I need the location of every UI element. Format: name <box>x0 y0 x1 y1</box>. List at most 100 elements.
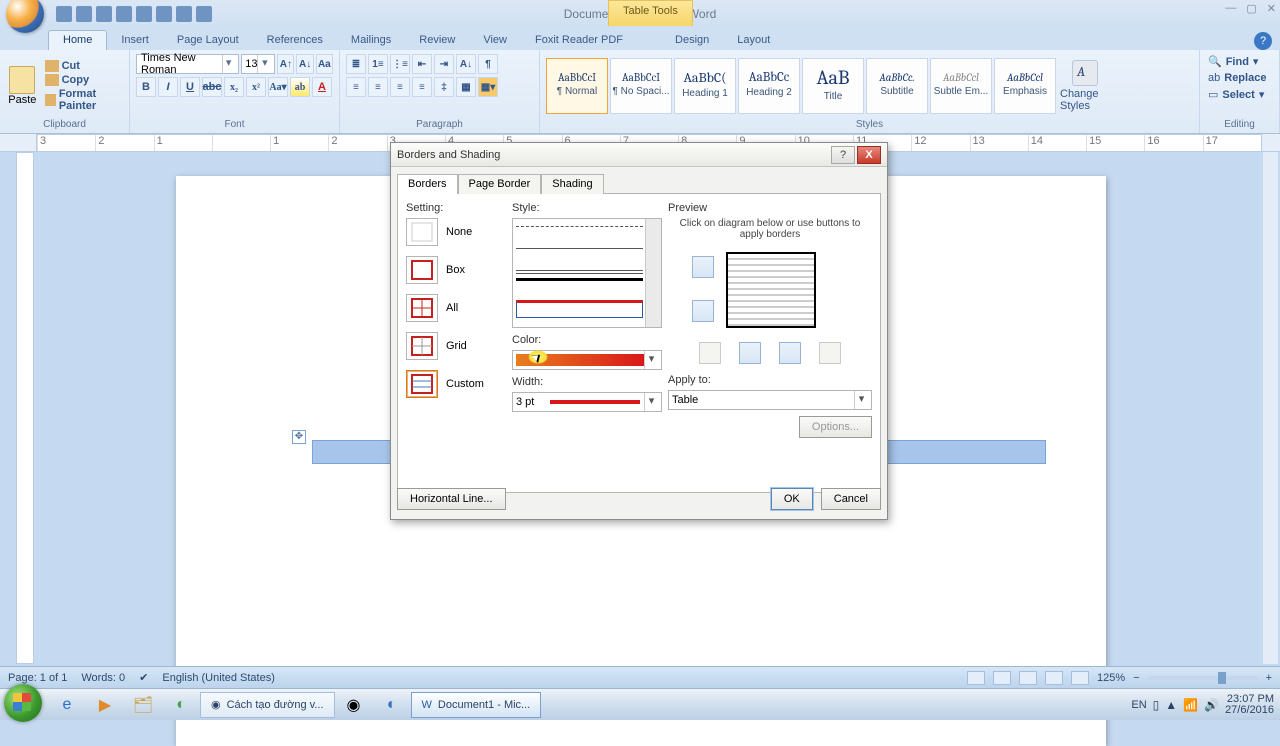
preview-page[interactable] <box>726 252 816 328</box>
dec-indent-button[interactable]: ⇤ <box>412 54 432 74</box>
start-button[interactable] <box>4 684 42 722</box>
tab-references[interactable]: References <box>253 31 337 50</box>
tray-lang[interactable]: EN <box>1131 699 1146 711</box>
font-family-combo[interactable]: Times New Roman▾ <box>136 54 239 74</box>
align-left-button[interactable]: ≡ <box>346 77 366 97</box>
numbering-button[interactable]: 1≡ <box>368 54 388 74</box>
dialog-close-button[interactable]: X <box>857 146 881 164</box>
preview-diag-tr-button[interactable] <box>819 342 841 364</box>
taskbar-task-chrome[interactable]: ◉Cách tạo đường v... <box>200 692 335 718</box>
tab-view[interactable]: View <box>469 31 521 50</box>
styles-gallery[interactable]: AaBbCcI¶ Normal AaBbCcI¶ No Spaci... AaB… <box>546 58 1056 114</box>
table-move-handle[interactable]: ✥ <box>292 430 306 444</box>
change-styles-button[interactable]: Change Styles <box>1060 60 1110 112</box>
find-button[interactable]: 🔍 Find ▾ <box>1206 54 1273 69</box>
setting-box[interactable]: Box <box>406 256 506 284</box>
qat-print-icon[interactable] <box>156 6 172 22</box>
qat-new-icon[interactable] <box>116 6 132 22</box>
tab-review[interactable]: Review <box>405 31 469 50</box>
justify-button[interactable]: ≡ <box>412 77 432 97</box>
select-button[interactable]: ▭ Select ▾ <box>1206 87 1273 102</box>
tab-home[interactable]: Home <box>48 30 107 50</box>
align-right-button[interactable]: ≡ <box>390 77 410 97</box>
tray-volume-icon[interactable]: 🔊 <box>1204 698 1219 712</box>
font-size-combo[interactable]: 13▾ <box>241 54 275 74</box>
chevron-down-icon[interactable]: ▾ <box>854 391 868 409</box>
qat-preview-icon[interactable] <box>176 6 192 22</box>
style-scrollbar[interactable] <box>645 219 661 327</box>
show-marks-button[interactable]: ¶ <box>478 54 498 74</box>
align-center-button[interactable]: ≡ <box>368 77 388 97</box>
style-heading1[interactable]: AaBbC(Heading 1 <box>674 58 736 114</box>
close-button[interactable]: ✕ <box>1267 2 1276 15</box>
tab-foxit[interactable]: Foxit Reader PDF <box>521 31 637 50</box>
style-subtitle[interactable]: AaBbCc.Subtitle <box>866 58 928 114</box>
view-full-screen-button[interactable] <box>993 671 1011 685</box>
zoom-out-button[interactable]: − <box>1133 672 1139 684</box>
subscript-button[interactable]: x₂ <box>224 77 244 97</box>
change-case-button[interactable]: Aa▾ <box>268 77 288 97</box>
tab-page-layout[interactable]: Page Layout <box>163 31 253 50</box>
taskbar-explorer-icon[interactable]: 🗂 <box>127 692 159 718</box>
qat-quickprint-icon[interactable] <box>196 6 212 22</box>
font-color-button[interactable]: A <box>312 77 332 97</box>
style-normal[interactable]: AaBbCcI¶ Normal <box>546 58 608 114</box>
qat-save-icon[interactable] <box>56 6 72 22</box>
copy-button[interactable]: Copy <box>43 73 123 87</box>
status-page[interactable]: Page: 1 of 1 <box>8 672 67 684</box>
underline-button[interactable]: U <box>180 77 200 97</box>
setting-all[interactable]: All <box>406 294 506 322</box>
chevron-down-icon[interactable]: ▾ <box>257 55 271 73</box>
maximize-button[interactable]: ▢ <box>1246 2 1256 15</box>
preview-vinner-border-button[interactable] <box>779 342 801 364</box>
chevron-down-icon[interactable]: ▾ <box>222 55 234 73</box>
tray-arrow-icon[interactable]: ▲ <box>1165 698 1177 712</box>
view-web-layout-button[interactable] <box>1019 671 1037 685</box>
preview-left-border-button[interactable] <box>739 342 761 364</box>
tray-flag-icon[interactable]: ▯ <box>1153 698 1160 712</box>
taskbar-app2-icon[interactable]: ◐ <box>376 692 408 718</box>
setting-none[interactable]: None <box>406 218 506 246</box>
setting-grid[interactable]: Grid <box>406 332 506 360</box>
clear-format-button[interactable]: Aa <box>316 54 333 74</box>
zoom-in-button[interactable]: + <box>1266 672 1272 684</box>
view-print-layout-button[interactable] <box>967 671 985 685</box>
chevron-down-icon[interactable]: ▾ <box>644 393 658 411</box>
taskbar-ie-icon[interactable]: e <box>51 692 83 718</box>
shading-button[interactable]: ▦ <box>456 77 476 97</box>
minimize-button[interactable]: — <box>1225 2 1236 15</box>
bold-button[interactable]: B <box>136 77 156 97</box>
border-style-list[interactable] <box>512 218 662 328</box>
italic-button[interactable]: I <box>158 77 178 97</box>
tray-network-icon[interactable]: 📶 <box>1183 698 1198 712</box>
taskbar-media-icon[interactable]: ▶ <box>89 692 121 718</box>
cut-button[interactable]: Cut <box>43 59 123 73</box>
taskbar-task-word[interactable]: WDocument1 - Mic... <box>411 692 542 718</box>
vertical-ruler[interactable] <box>16 152 34 664</box>
dialog-titlebar[interactable]: Borders and Shading ? X <box>391 143 887 167</box>
dialog-tab-borders[interactable]: Borders <box>397 174 458 194</box>
tray-clock[interactable]: 23:07 PM 27/6/2016 <box>1225 694 1274 716</box>
strike-button[interactable]: abc <box>202 77 222 97</box>
tab-mailings[interactable]: Mailings <box>337 31 405 50</box>
shrink-font-button[interactable]: A↓ <box>296 54 313 74</box>
help-icon[interactable]: ? <box>1254 32 1272 50</box>
style-subtle-em[interactable]: AaBbCclSubtle Em... <box>930 58 992 114</box>
style-emphasis[interactable]: AaBbCclEmphasis <box>994 58 1056 114</box>
status-proof-icon[interactable]: ✔ <box>139 671 148 684</box>
format-painter-button[interactable]: Format Painter <box>43 87 123 113</box>
dialog-tab-page-border[interactable]: Page Border <box>458 174 542 194</box>
dialog-tab-shading[interactable]: Shading <box>541 174 603 194</box>
qat-redo-icon[interactable] <box>96 6 112 22</box>
apply-to-combo[interactable]: Table▾ <box>668 390 872 410</box>
tab-layout[interactable]: Layout <box>723 31 784 50</box>
style-title[interactable]: AaBTitle <box>802 58 864 114</box>
border-width-combo[interactable]: 3 pt▾ <box>512 392 662 412</box>
inc-indent-button[interactable]: ⇥ <box>434 54 454 74</box>
superscript-button[interactable]: x² <box>246 77 266 97</box>
preview-diagram[interactable] <box>690 246 850 336</box>
vertical-scrollbar[interactable] <box>1262 152 1278 664</box>
style-heading2[interactable]: AaBbCcHeading 2 <box>738 58 800 114</box>
setting-custom[interactable]: Custom <box>406 370 506 398</box>
bullets-button[interactable]: ≣ <box>346 54 366 74</box>
